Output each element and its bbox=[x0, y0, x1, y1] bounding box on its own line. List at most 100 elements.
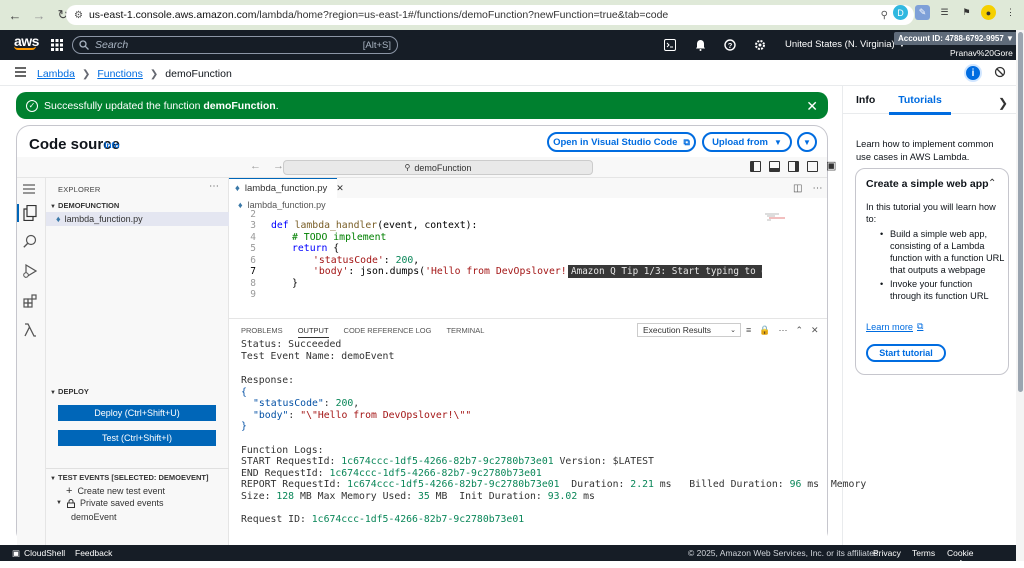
test-events-section-header[interactable]: ▼ TEST EVENTS [SELECTED: DEMOEVENT] bbox=[50, 473, 208, 482]
toggle-panel-icon[interactable] bbox=[769, 161, 780, 172]
aws-lambda-icon[interactable] bbox=[23, 323, 39, 339]
chevron-up-icon[interactable]: ⌃ bbox=[988, 178, 996, 189]
settings-gear-icon[interactable] bbox=[752, 37, 768, 53]
file-lambda-function[interactable]: ♦ lambda_function.py bbox=[46, 212, 229, 226]
minimap[interactable] bbox=[765, 213, 787, 221]
region-selector[interactable]: United States (N. Virginia) ▼ bbox=[785, 39, 907, 50]
external-link-icon: ⧉ bbox=[683, 136, 690, 147]
zoom-icon[interactable]: ⚲ bbox=[881, 10, 888, 21]
tab-code-reference-log[interactable]: CODE REFERENCE LOG bbox=[344, 326, 432, 338]
test-button[interactable]: Test (Ctrl+Shift+I) bbox=[58, 430, 216, 446]
user-name[interactable]: Pranav%20Gore bbox=[950, 48, 1013, 58]
line-number: 2 bbox=[250, 209, 256, 220]
privacy-link[interactable]: Privacy bbox=[873, 548, 901, 558]
maximize-panel-icon[interactable]: ⌃ bbox=[795, 325, 803, 336]
customize-layout-icon[interactable] bbox=[807, 161, 818, 172]
close-icon[interactable]: ✕ bbox=[336, 183, 344, 194]
more-options-icon[interactable]: ⋯ bbox=[812, 183, 822, 194]
demo-event-item[interactable]: demoEvent bbox=[71, 512, 117, 522]
line-number: 3 bbox=[250, 220, 256, 231]
open-in-vscode-button[interactable]: Open in Visual Studio Code ⧉ bbox=[547, 132, 696, 152]
services-grid-icon[interactable] bbox=[51, 39, 63, 51]
deploy-button[interactable]: Deploy (Ctrl+Shift+U) bbox=[58, 405, 216, 421]
more-actions-dropdown-icon[interactable]: ▼ bbox=[797, 132, 817, 152]
output-actions: ≡ 🔒 ⋯ ⌃ ✕ bbox=[746, 325, 819, 336]
tab-info[interactable]: Info bbox=[856, 94, 875, 106]
notifications-bell-icon[interactable] bbox=[692, 37, 708, 53]
breadcrumb-functions[interactable]: Functions bbox=[97, 68, 143, 80]
close-panel-icon[interactable]: ✕ bbox=[811, 325, 819, 336]
account-id-badge[interactable]: Account ID: 4788-6792-9957 ▼ bbox=[894, 32, 1018, 45]
search-input[interactable]: Search [Alt+S] bbox=[72, 36, 398, 54]
hamburger-menu-icon[interactable] bbox=[23, 184, 39, 200]
console-footer: ▣ CloudShell Feedback © 2025, Amazon Web… bbox=[0, 545, 1016, 568]
side-nav-menu-icon[interactable] bbox=[15, 67, 26, 77]
copyright-text: © 2025, Amazon Web Services, Inc. or its… bbox=[688, 548, 881, 558]
extensions-icon[interactable] bbox=[23, 294, 39, 310]
search-icon[interactable] bbox=[23, 234, 39, 250]
full-screen-icon[interactable]: ▣ bbox=[826, 161, 836, 172]
preferences-icon[interactable] bbox=[994, 66, 1008, 80]
folder-demofunction[interactable]: ▼ DEMOFUNCTION bbox=[50, 201, 119, 210]
run-debug-icon[interactable] bbox=[23, 264, 39, 280]
output-function-logs: Function Logs: bbox=[241, 445, 324, 456]
ide-command-search[interactable]: ⚲ demoFunction bbox=[283, 160, 593, 175]
python-file-icon: ♦ bbox=[56, 214, 61, 224]
chevron-right-icon: ❯ bbox=[81, 68, 91, 80]
tab-terminal[interactable]: TERMINAL bbox=[446, 326, 484, 338]
tab-lambda-function[interactable]: ♦ lambda_function.py ✕ bbox=[229, 178, 344, 198]
page-scrollbar-thumb[interactable] bbox=[1018, 32, 1023, 392]
aws-logo[interactable]: aws bbox=[14, 34, 39, 50]
address-bar[interactable]: ⚙ us-east-1.console.aws.amazon.com/lambd… bbox=[66, 5, 914, 25]
extension-puzzle-icon[interactable]: ✎ bbox=[915, 5, 930, 20]
start-tutorial-button[interactable]: Start tutorial bbox=[866, 344, 946, 362]
learn-more-link[interactable]: Learn more ⧉ bbox=[866, 321, 923, 332]
url-text: us-east-1.console.aws.amazon.com/lambda/… bbox=[88, 9, 669, 21]
explorer-files-icon[interactable] bbox=[23, 205, 39, 221]
feedback-link[interactable]: Feedback bbox=[75, 548, 112, 558]
chevron-right-icon[interactable]: ❯ bbox=[998, 96, 1008, 110]
profile-avatar[interactable]: ● bbox=[981, 5, 996, 20]
help-icon[interactable]: ? bbox=[722, 37, 738, 53]
extension-menu-icon[interactable]: ☰ bbox=[937, 5, 952, 20]
code-source-info-link[interactable]: Info bbox=[104, 140, 120, 150]
cloudshell-footer-icon[interactable]: ▣ bbox=[12, 548, 20, 559]
back-arrow-icon[interactable]: ← bbox=[250, 160, 261, 172]
more-options-icon[interactable]: ⋯ bbox=[778, 325, 787, 336]
extensions-icon[interactable]: ⚑ bbox=[959, 5, 974, 20]
cloudshell-link[interactable]: CloudShell bbox=[24, 548, 65, 558]
more-options-icon[interactable]: ⋯ bbox=[209, 181, 219, 192]
filter-lines-icon[interactable]: ≡ bbox=[746, 325, 751, 336]
output-json-statuscode: "statusCode": 200, bbox=[253, 398, 360, 409]
cloudshell-icon[interactable] bbox=[662, 37, 678, 53]
upload-from-button[interactable]: Upload from ▼ bbox=[702, 132, 792, 152]
toggle-primary-sidebar-icon[interactable] bbox=[750, 161, 761, 172]
output-log-end: END RequestId: 1c674ccc-1df5-4266-82b7-9… bbox=[241, 468, 542, 479]
terms-link[interactable]: Terms bbox=[912, 548, 935, 558]
output-channel-select[interactable]: Execution Results ⌄ bbox=[637, 323, 741, 337]
close-icon[interactable]: ✕ bbox=[806, 98, 818, 115]
deploy-section-header[interactable]: ▼ DEPLOY bbox=[50, 387, 89, 396]
layout-controls: ▣ bbox=[750, 161, 836, 172]
info-panel-toggle-icon[interactable]: i bbox=[964, 64, 982, 82]
flash-message: Successfully updated the function demoFu… bbox=[44, 99, 279, 112]
active-indicator bbox=[17, 204, 19, 222]
lock-scroll-icon[interactable]: 🔒 bbox=[759, 325, 770, 336]
private-saved-events-item[interactable]: ▼ Private saved events bbox=[56, 498, 164, 508]
split-editor-icon[interactable]: ◫ bbox=[793, 183, 802, 194]
extension-d-icon[interactable]: D bbox=[893, 5, 908, 20]
forward-icon[interactable]: → bbox=[28, 4, 50, 26]
code-line-comment: # TODO implement bbox=[292, 232, 387, 243]
cookie-preferences-link[interactable]: Cookie preferences bbox=[947, 548, 1016, 568]
chrome-menu-icon[interactable]: ⋮ bbox=[1003, 5, 1018, 20]
create-test-event-item[interactable]: + Create new test event bbox=[66, 485, 165, 497]
tab-problems[interactable]: PROBLEMS bbox=[241, 326, 283, 338]
tab-output[interactable]: OUTPUT bbox=[297, 326, 329, 338]
output-log-start: START RequestId: 1c674ccc-1df5-4266-82b7… bbox=[241, 456, 654, 467]
tab-tutorials[interactable]: Tutorials bbox=[889, 94, 951, 106]
toggle-secondary-sidebar-icon[interactable] bbox=[788, 161, 799, 172]
breadcrumb-lambda[interactable]: Lambda bbox=[37, 68, 75, 80]
tutorial-card-title[interactable]: Create a simple web app bbox=[866, 178, 989, 190]
site-info-icon[interactable]: ⚙ bbox=[74, 10, 83, 21]
back-icon[interactable]: ← bbox=[4, 4, 26, 26]
